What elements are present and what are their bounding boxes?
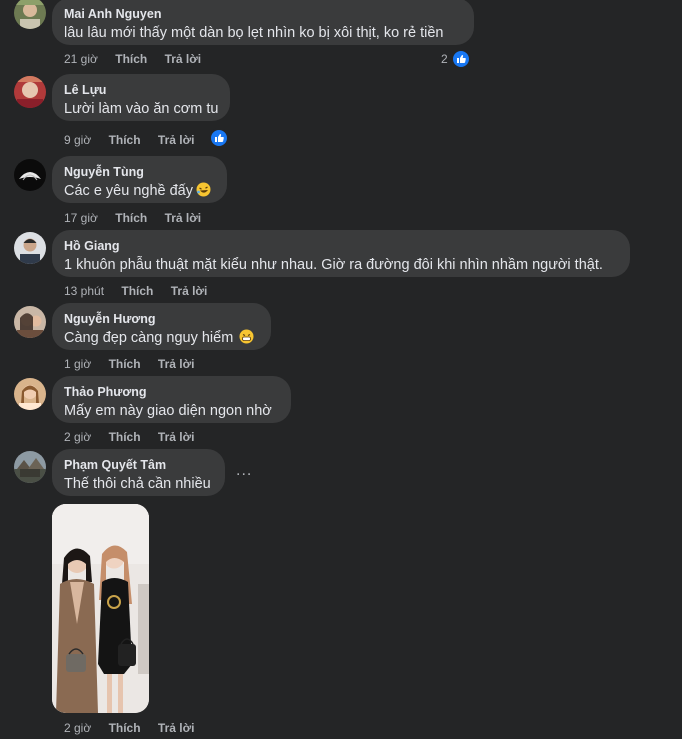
comment-author[interactable]: Hồ Giang (64, 238, 618, 254)
comment-timestamp[interactable]: 13 phút (64, 284, 104, 298)
avatar[interactable] (14, 76, 46, 108)
comment-text: Các e yêu nghề đấy (64, 181, 215, 201)
comment-actions: 1 giờ Thích Trả lời (64, 357, 194, 371)
comment-actions: 2 giờ Thích Trả lời (64, 721, 194, 735)
like-button[interactable]: Thích (121, 284, 153, 298)
comment-timestamp[interactable]: 17 giờ (64, 211, 98, 225)
reply-button[interactable]: Trả lời (158, 133, 195, 147)
more-options-button[interactable]: ... (236, 462, 252, 480)
comment-author[interactable]: Thảo Phương (64, 384, 279, 400)
like-reaction-icon (209, 128, 229, 148)
comment-timestamp[interactable]: 21 giờ (64, 52, 98, 66)
comment-bubble: Thảo Phương Mấy em này giao diện ngon nh… (52, 376, 291, 423)
comment-text-content: Càng đẹp càng nguy hiểm (64, 330, 234, 346)
comment-timestamp[interactable]: 2 giờ (64, 721, 91, 735)
like-button[interactable]: Thích (115, 211, 147, 225)
reply-button[interactable]: Trả lời (165, 52, 202, 66)
reply-button[interactable]: Trả lời (171, 284, 208, 298)
comment-actions: 13 phút Thích Trả lời (64, 284, 207, 298)
comment-actions: 21 giờ Thích Trả lời (64, 52, 201, 66)
like-button[interactable]: Thích (115, 52, 147, 66)
comment-bubble: Nguyễn Tùng Các e yêu nghề đấy (52, 156, 227, 203)
comment-text: 1 khuôn phẫu thuật mặt kiểu như nhau. Gi… (64, 257, 603, 273)
grinning-emoji (239, 329, 254, 344)
reaction-number: 2 (441, 52, 448, 66)
comment-text: Mấy em này giao diện ngon nhờ (64, 403, 272, 419)
comment-author[interactable]: Nguyễn Tùng (64, 164, 215, 180)
comment-text: Càng đẹp càng nguy hiểm (64, 328, 259, 348)
reply-button[interactable]: Trả lời (158, 721, 195, 735)
comment-text-content: Các e yêu nghề đấy (64, 183, 193, 199)
avatar[interactable] (14, 159, 46, 191)
reaction-count[interactable]: 2 (441, 49, 471, 69)
avatar[interactable] (14, 451, 46, 483)
comment-timestamp[interactable]: 9 giờ (64, 133, 91, 147)
comment-photo-attachment[interactable] (52, 504, 149, 713)
comment-author[interactable]: Lê Lựu (64, 82, 218, 98)
reply-button[interactable]: Trả lời (158, 430, 195, 444)
comment-timestamp[interactable]: 1 giờ (64, 357, 91, 371)
comment-author[interactable]: Mai Anh Nguyen (64, 6, 462, 22)
like-button[interactable]: Thích (109, 430, 141, 444)
comment-bubble: Hồ Giang 1 khuôn phẫu thuật mặt kiểu như… (52, 230, 630, 277)
avatar[interactable] (14, 378, 46, 410)
avatar[interactable] (14, 232, 46, 264)
reply-button[interactable]: Trả lời (165, 211, 202, 225)
like-button[interactable]: Thích (109, 133, 141, 147)
comment-bubble: Phạm Quyết Tâm Thế thôi chả cần nhiều (52, 449, 225, 496)
comment-bubble: Mai Anh Nguyen lâu lâu mới thấy một dàn … (52, 0, 474, 45)
rolling-laughing-emoji (196, 182, 211, 197)
reaction-count[interactable] (209, 128, 229, 148)
comment-timestamp[interactable]: 2 giờ (64, 430, 91, 444)
comment-actions: 2 giờ Thích Trả lời (64, 430, 194, 444)
comment-actions: 9 giờ Thích Trả lời (64, 133, 194, 147)
comment-text: lâu lâu mới thấy một dàn bọ lẹt nhìn ko … (64, 25, 444, 41)
comment-bubble: Lê Lựu Lười làm vào ăn cơm tu (52, 74, 230, 121)
like-button[interactable]: Thích (109, 357, 141, 371)
like-reaction-icon (450, 49, 471, 69)
comment-author[interactable]: Phạm Quyết Tâm (64, 457, 213, 473)
comment-bubble: Nguyễn Hương Càng đẹp càng nguy hiểm (52, 303, 271, 350)
like-button[interactable]: Thích (109, 721, 141, 735)
comment-text: Lười làm vào ăn cơm tu (64, 101, 219, 117)
avatar[interactable] (14, 0, 46, 29)
reply-button[interactable]: Trả lời (158, 357, 195, 371)
comment-author[interactable]: Nguyễn Hương (64, 311, 259, 327)
comment-text: Thế thôi chả cần nhiều (64, 476, 211, 492)
comment-actions: 17 giờ Thích Trả lời (64, 211, 201, 225)
avatar[interactable] (14, 306, 46, 338)
